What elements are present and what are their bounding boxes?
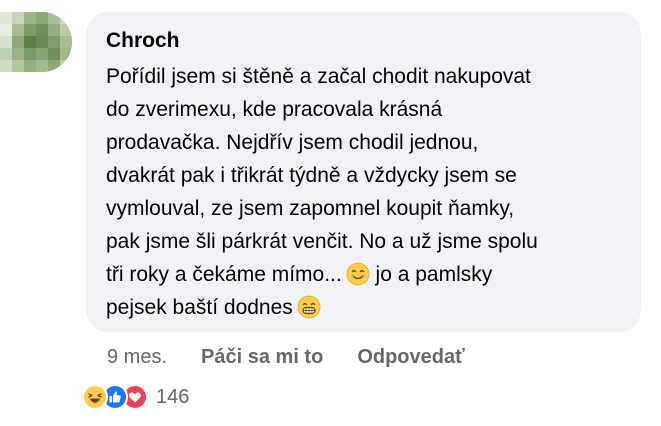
comment-timestamp[interactable]: 9 mes. — [107, 344, 167, 370]
comment-line: dvakrát pak i třikrát týdně a vždycky js… — [106, 164, 517, 187]
smiling-face-emoji — [346, 262, 370, 286]
haha-reaction-icon — [82, 384, 108, 410]
comment-author[interactable]: Chroch — [106, 28, 621, 54]
comment-line-part: tři roky a čekáme mímo... — [106, 263, 342, 286]
comment-line-with-emoji: tři roky a čekáme mímo... jo a pamlsky — [106, 258, 621, 291]
comment-line-part: pejsek baští dodnes — [106, 296, 293, 319]
comment-line: pak jsme šli párkrát venčit. No a už jsm… — [106, 230, 538, 253]
comment-bubble: Chroch Pořídil jsem si štěně a začal cho… — [86, 12, 641, 332]
like-button[interactable]: Páči sa mi to — [201, 344, 323, 370]
grinning-face-emoji — [297, 295, 321, 319]
reaction-count: 146 — [156, 385, 190, 408]
avatar[interactable] — [0, 12, 72, 72]
comment-text: Pořídil jsem si štěně a začal chodit nak… — [106, 60, 621, 324]
comment-line-part: jo a pamlsky — [369, 263, 493, 286]
reply-button[interactable]: Odpovedať — [357, 344, 464, 370]
reaction-summary[interactable]: 146 — [82, 384, 189, 410]
comment-line: do zverimexu, kde pracovala krásná — [106, 98, 443, 121]
comment-line: prodavačka. Nejdřív jsem chodil jednou, — [106, 131, 479, 154]
comment-line: Pořídil jsem si štěně a začal chodit nak… — [106, 65, 531, 88]
comment-line: vymlouval, ze jsem zapomnel koupit ňamky… — [106, 197, 515, 220]
comment-line-with-emoji: pejsek baští dodnes — [106, 291, 621, 324]
comment-actions: 9 mes. Páči sa mi to Odpovedať — [107, 344, 499, 370]
